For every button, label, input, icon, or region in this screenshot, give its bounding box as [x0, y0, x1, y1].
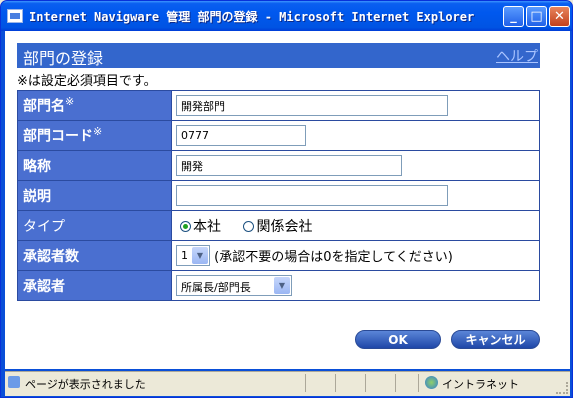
row-department-code: 部門コード※: [17, 120, 540, 151]
label-approver-count: 承認者数: [17, 240, 172, 271]
radio-label: 本社: [193, 218, 221, 235]
required-mark: ※: [93, 125, 103, 139]
row-approver: 承認者 所属長/部門長 ▼: [17, 270, 540, 301]
label-text: 承認者: [23, 278, 65, 295]
status-divider: [335, 374, 336, 392]
radio-unselected-icon: [243, 220, 255, 232]
minimize-button[interactable]: _: [503, 6, 524, 27]
status-divider: [365, 374, 366, 392]
required-mark: ※: [65, 95, 75, 109]
label-approver: 承認者: [17, 270, 172, 301]
label-department-name: 部門名※: [17, 90, 172, 121]
cell-description: [171, 180, 540, 211]
cell-type: 本社 関係会社: [171, 210, 540, 241]
label-abbreviation: 略称: [17, 150, 172, 181]
department-form: 部門名※ 部門コード※ 略称 説明: [17, 90, 540, 301]
label-type: タイプ: [17, 210, 172, 241]
status-divider: [418, 374, 419, 392]
row-description: 説明: [17, 180, 540, 211]
label-text: 承認者数: [23, 248, 79, 265]
select-value: 所属長/部門長: [181, 281, 251, 294]
close-button[interactable]: ✕: [549, 6, 570, 27]
cell-approver-count: 1 ▼ (承認不要の場合は0を指定してください): [171, 240, 540, 271]
cell-approver: 所属長/部門長 ▼: [171, 270, 540, 301]
page-done-icon: [8, 376, 20, 388]
window-title: Internet Navigware 管理 部門の登録 - Microsoft …: [29, 10, 475, 24]
browser-window: Internet Navigware 管理 部門の登録 - Microsoft …: [0, 0, 573, 398]
security-zone: イントラネット: [442, 378, 519, 391]
status-divider: [395, 374, 396, 392]
label-text: タイプ: [23, 218, 65, 235]
help-link[interactable]: ヘルプ: [496, 46, 538, 66]
status-bar: ページが表示されました イントラネット: [5, 371, 570, 396]
status-text: ページが表示されました: [25, 378, 146, 391]
approver-count-note: (承認不要の場合は0を指定してください): [214, 250, 453, 265]
radio-head-office[interactable]: 本社: [180, 219, 221, 235]
maximize-button[interactable]: □: [526, 6, 547, 27]
label-text: 説明: [23, 188, 51, 205]
cell-department-name: [171, 90, 540, 121]
select-value: 1: [181, 249, 188, 262]
abbreviation-input[interactable]: [176, 155, 402, 176]
row-department-name: 部門名※: [17, 90, 540, 121]
resize-grip[interactable]: [556, 382, 568, 394]
title-bar[interactable]: Internet Navigware 管理 部門の登録 - Microsoft …: [1, 1, 572, 31]
row-abbreviation: 略称: [17, 150, 540, 181]
department-name-input[interactable]: [176, 95, 448, 116]
page-heading-bar: 部門の登録 ヘルプ: [17, 43, 540, 68]
row-approver-count: 承認者数 1 ▼ (承認不要の場合は0を指定してください): [17, 240, 540, 271]
chevron-down-icon: ▼: [192, 247, 208, 264]
label-department-code: 部門コード※: [17, 120, 172, 151]
ie-page-icon: [7, 9, 23, 23]
intranet-globe-icon: [425, 376, 438, 389]
row-type: タイプ 本社 関係会社: [17, 210, 540, 241]
approver-count-select[interactable]: 1 ▼: [176, 245, 210, 266]
radio-label: 関係会社: [256, 218, 313, 235]
radio-affiliate[interactable]: 関係会社: [243, 219, 312, 235]
required-note: ※は設定必須項目です。: [17, 74, 157, 89]
radio-selected-icon: [180, 220, 191, 232]
cell-department-code: [171, 120, 540, 151]
page-title: 部門の登録: [23, 49, 104, 68]
department-code-input[interactable]: [176, 125, 306, 146]
ok-button[interactable]: OK: [355, 330, 441, 349]
approver-select[interactable]: 所属長/部門長 ▼: [176, 275, 292, 296]
cell-abbreviation: [171, 150, 540, 181]
label-description: 説明: [17, 180, 172, 211]
chevron-down-icon: ▼: [274, 277, 290, 294]
label-text: 部門コード: [23, 128, 93, 145]
page-content: 部門の登録 ヘルプ ※は設定必須項目です。 部門名※ 部門コード※ 略称: [5, 31, 570, 369]
cancel-button[interactable]: キャンセル: [451, 330, 540, 349]
status-divider: [305, 374, 306, 392]
label-text: 略称: [23, 158, 51, 175]
description-input[interactable]: [176, 185, 448, 206]
label-text: 部門名: [23, 98, 65, 115]
